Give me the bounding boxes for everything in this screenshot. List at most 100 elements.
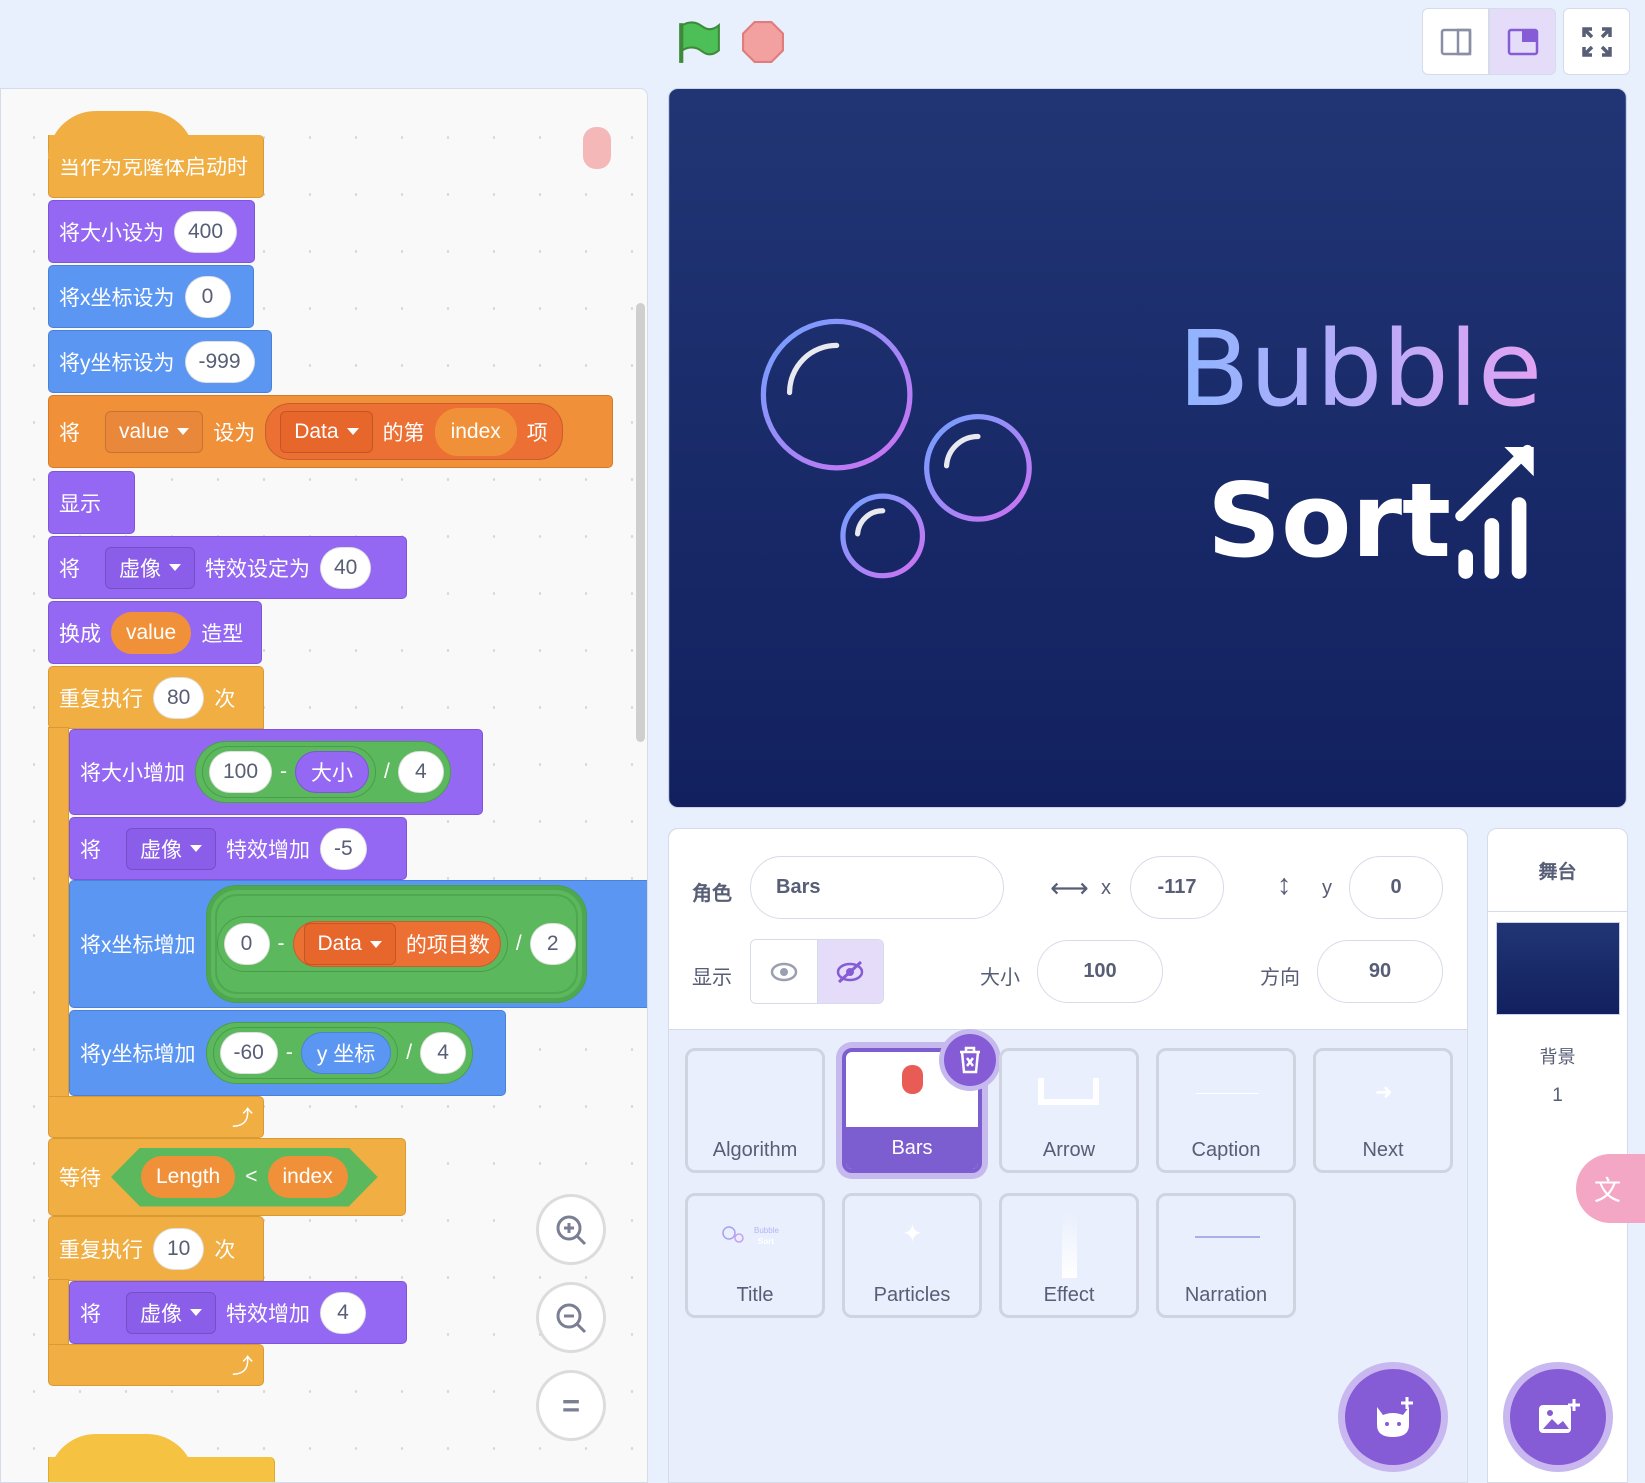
- set-effect-block[interactable]: 将 虚像 特效设定为 40: [48, 536, 407, 599]
- block-label: 项: [526, 421, 548, 445]
- stop-button[interactable]: [742, 21, 784, 63]
- number-input[interactable]: 4: [420, 1032, 467, 1074]
- event-hat-body[interactable]: [48, 1457, 275, 1482]
- fullscreen-button[interactable]: [1563, 8, 1630, 75]
- set-x-block[interactable]: 将x坐标设为 0: [48, 265, 254, 328]
- sprite-tile-arrow[interactable]: Arrow: [999, 1048, 1139, 1173]
- sprite-tile-effect[interactable]: Effect: [999, 1193, 1139, 1318]
- repeat-block[interactable]: 重复执行 80 次: [48, 666, 264, 729]
- set-y-block[interactable]: 将y坐标设为 -999: [48, 330, 272, 393]
- number-input[interactable]: 100: [209, 751, 273, 793]
- repeat-count-input[interactable]: 80: [153, 676, 205, 719]
- switch-costume-block[interactable]: 换成 value 造型: [48, 601, 262, 664]
- number-input[interactable]: 0: [223, 923, 270, 965]
- stage-scene: Bubble Sort: [669, 89, 1626, 807]
- sprite-tile-algorithm[interactable]: Algorithm: [685, 1048, 825, 1173]
- repeat-block[interactable]: 重复执行 10 次: [48, 1216, 264, 1281]
- add-sprite-button[interactable]: [1345, 1369, 1441, 1465]
- block-label: 将y坐标增加: [80, 1043, 196, 1066]
- less-than-operator[interactable]: Length < index: [111, 1148, 378, 1207]
- code-workspace[interactable]: 当作为克隆体启动时 将大小设为 400 将x坐标设为 0 将y坐标设为 -999 将 …: [0, 88, 648, 1483]
- number-input[interactable]: -60: [219, 1032, 278, 1074]
- backdrop-thumbnail[interactable]: [1496, 922, 1620, 1015]
- effect-input[interactable]: -5: [320, 827, 367, 870]
- effect-dropdown[interactable]: 虚像: [126, 827, 216, 870]
- translate-button[interactable]: 文: [1576, 1154, 1645, 1223]
- change-x-block[interactable]: 将x坐标增加 0 - Data 的项目数 / 2: [69, 880, 647, 1008]
- direction-input[interactable]: 90: [1317, 940, 1443, 1003]
- sprite-name: Arrow: [1042, 1139, 1096, 1161]
- y-input[interactable]: -999: [184, 340, 255, 383]
- subtract-operator[interactable]: 0 - Data 的项目数: [216, 916, 508, 972]
- dropdown-value: Data: [294, 419, 339, 443]
- divide-operator[interactable]: 100 - 大小 / 4: [195, 741, 451, 803]
- delete-sprite-button[interactable]: [944, 1034, 996, 1086]
- small-stage-icon: [1440, 28, 1471, 55]
- divide-operator[interactable]: -60 - y 坐标 / 4: [205, 1022, 474, 1084]
- number-input[interactable]: 2: [529, 923, 576, 965]
- subtract-operator[interactable]: -60 - y 坐标: [212, 1027, 399, 1079]
- sprite-tile-narration[interactable]: Narration: [1156, 1193, 1296, 1318]
- zoom-reset-button[interactable]: =: [536, 1370, 606, 1441]
- size-input[interactable]: 100: [1037, 940, 1163, 1003]
- sprite-label: 角色: [692, 883, 732, 905]
- effect-input[interactable]: 4: [320, 1291, 366, 1334]
- sprite-tile-next[interactable]: ➜ Next: [1313, 1048, 1453, 1173]
- effect-dropdown[interactable]: 虚像: [126, 1291, 216, 1334]
- green-flag-button[interactable]: [677, 19, 721, 65]
- stage-canvas[interactable]: Bubble Sort: [668, 88, 1627, 808]
- list-dropdown[interactable]: Data: [303, 923, 396, 965]
- length-of-list-reporter[interactable]: Data 的项目数: [292, 921, 501, 967]
- eye-icon: [770, 962, 797, 981]
- subtract-operator[interactable]: 100 - 大小: [202, 746, 377, 798]
- zoom-out-button[interactable]: [536, 1282, 606, 1353]
- change-effect-block[interactable]: 将 虚像 特效增加 4: [69, 1281, 407, 1344]
- y-position-reporter[interactable]: y 坐标: [300, 1032, 392, 1074]
- block-label: 次: [214, 687, 236, 711]
- dropdown-value: value: [119, 419, 170, 443]
- wait-until-block[interactable]: 等待 Length < index: [48, 1138, 406, 1216]
- length-variable-reporter[interactable]: Length: [141, 1156, 235, 1198]
- show-button[interactable]: [751, 940, 817, 1003]
- add-backdrop-button[interactable]: [1510, 1369, 1606, 1465]
- normal-stage-button[interactable]: [1489, 8, 1556, 75]
- effect-dropdown[interactable]: 虚像: [105, 546, 195, 589]
- repeat-arm: [48, 727, 69, 1098]
- change-effect-block[interactable]: 将 虚像 特效增加 -5: [69, 817, 407, 880]
- block-label: 将大小设为: [59, 221, 164, 245]
- title-thumbnail: Bubble Sort: [722, 1226, 779, 1246]
- change-size-block[interactable]: 将大小增加 100 - 大小 / 4: [69, 729, 483, 815]
- dropdown-value: 虚像: [140, 838, 182, 862]
- trash-icon: [960, 1046, 980, 1074]
- y-label: y: [1322, 877, 1332, 899]
- sprite-name-input[interactable]: Bars: [750, 856, 1004, 919]
- repeat-count-input[interactable]: 10: [153, 1227, 205, 1270]
- set-variable-block[interactable]: 将 value 设为 Data 的第 index 项: [48, 395, 613, 468]
- sprite-tile-particles[interactable]: ✦ Particles: [842, 1193, 982, 1318]
- small-stage-button[interactable]: [1422, 8, 1489, 75]
- show-block[interactable]: 显示: [48, 471, 135, 534]
- size-reporter[interactable]: 大小: [295, 751, 370, 793]
- divide-operator[interactable]: 0 - Data 的项目数 / 2: [205, 885, 587, 1003]
- size-input[interactable]: 400: [174, 210, 238, 253]
- eye-off-icon: [837, 960, 864, 983]
- zoom-in-button[interactable]: [536, 1194, 606, 1265]
- effect-input[interactable]: 40: [320, 546, 372, 589]
- hide-button[interactable]: [816, 940, 883, 1003]
- x-input[interactable]: 0: [184, 275, 231, 318]
- index-variable-reporter[interactable]: index: [268, 1156, 348, 1198]
- x-input[interactable]: -117: [1130, 856, 1224, 919]
- number-input[interactable]: 4: [397, 751, 444, 793]
- sprite-tile-caption[interactable]: Caption: [1156, 1048, 1296, 1173]
- sprite-info-panel: 角色 Bars ⟷ x -117 ↕ y 0 显示 大小 100 方向 90 A…: [668, 828, 1468, 1483]
- vertical-scrollbar[interactable]: [636, 303, 645, 742]
- item-of-list-reporter[interactable]: Data 的第 index 项: [265, 403, 563, 460]
- variable-dropdown[interactable]: value: [105, 410, 204, 453]
- sprite-tile-title[interactable]: Bubble Sort Title: [685, 1193, 825, 1318]
- set-size-block[interactable]: 将大小设为 400: [48, 200, 255, 263]
- index-variable-reporter[interactable]: index: [434, 407, 517, 456]
- change-y-block[interactable]: 将y坐标增加 -60 - y 坐标 / 4: [69, 1010, 506, 1096]
- y-input[interactable]: 0: [1349, 856, 1443, 919]
- list-dropdown[interactable]: Data: [280, 410, 373, 453]
- value-variable-reporter[interactable]: value: [111, 611, 192, 654]
